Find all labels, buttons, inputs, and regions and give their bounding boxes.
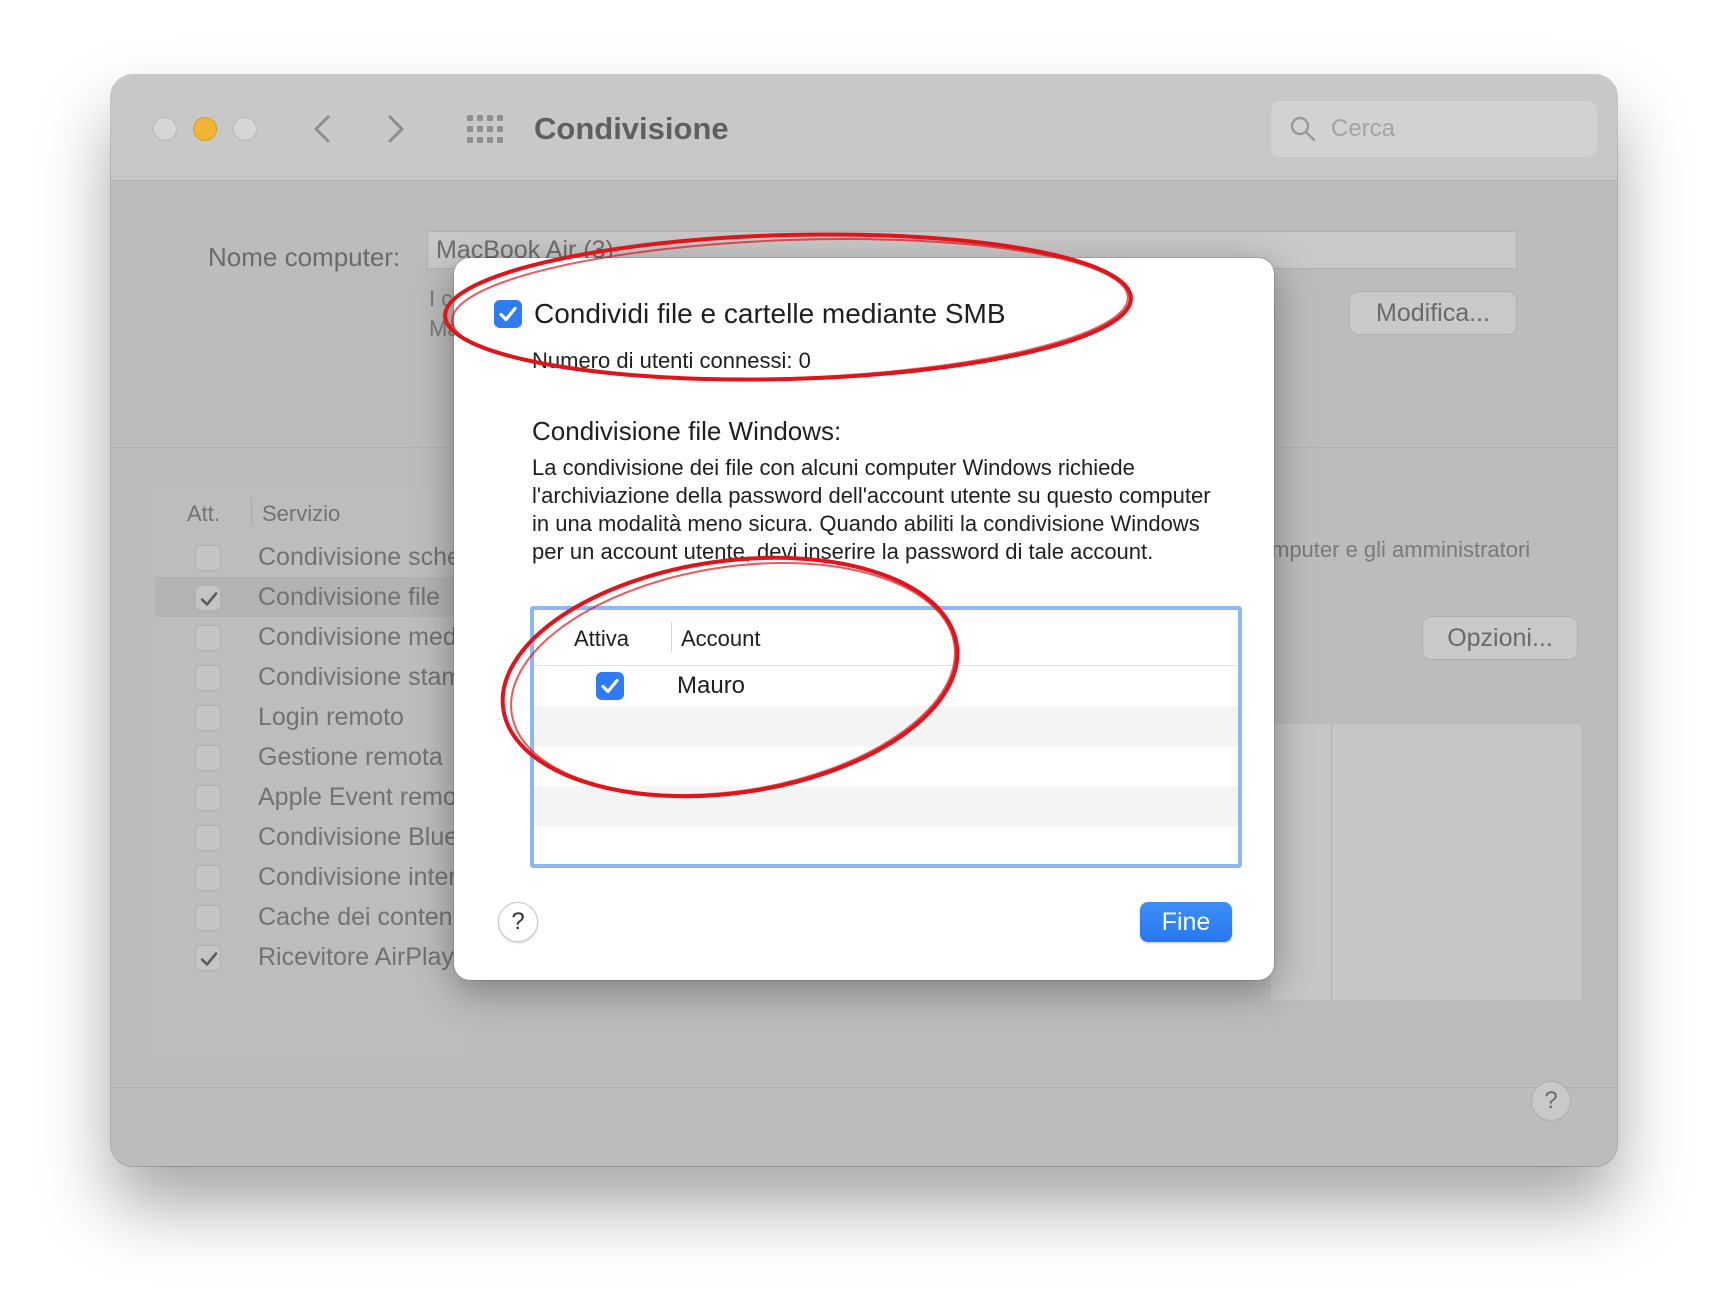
service-row[interactable]: Condivisione file <box>155 577 465 617</box>
column-separator <box>671 622 672 652</box>
search-icon <box>1290 116 1316 142</box>
table-row-empty <box>534 826 1238 864</box>
help-button[interactable]: ? <box>498 902 538 942</box>
service-checkbox[interactable] <box>195 625 221 651</box>
service-label: Condivisione schermo <box>258 543 458 571</box>
accounts-table-header: Attiva Account <box>534 610 1238 666</box>
service-label: Ricevitore AirPlay <box>258 943 454 971</box>
service-label: Condivisione stampante <box>258 663 458 691</box>
service-row[interactable]: Condivisione stampante <box>155 657 465 697</box>
service-checkbox[interactable] <box>195 705 221 731</box>
checkmark-icon <box>601 678 619 694</box>
windows-sharing-heading: Condivisione file Windows: <box>532 416 842 446</box>
service-checkbox[interactable] <box>195 585 221 611</box>
computer-name-label: Nome computer: <box>208 242 401 272</box>
service-row[interactable]: Gestione remota <box>155 737 465 777</box>
header-separator <box>251 497 252 525</box>
users-permissions-list <box>1271 724 1581 1000</box>
search-field[interactable]: Cerca <box>1271 101 1597 157</box>
service-checkbox[interactable] <box>195 545 221 571</box>
grid-icon <box>467 115 503 143</box>
service-row[interactable]: Apple Event remoti <box>155 777 465 817</box>
account-active-checkbox[interactable] <box>596 672 624 700</box>
windows-sharing-description: La condivisione dei file con alcuni comp… <box>532 455 1211 564</box>
services-header: Att. Servizio <box>155 487 465 533</box>
service-row[interactable]: Condivisione internet <box>155 857 465 897</box>
service-checkbox[interactable] <box>195 865 221 891</box>
service-label: Condivisione file <box>258 583 441 611</box>
services-list: Att. Servizio Condivisione schermo Condiv… <box>155 487 465 1057</box>
service-checkbox[interactable] <box>195 745 221 771</box>
modify-button[interactable]: Modifica... <box>1349 291 1517 335</box>
service-checkbox[interactable] <box>195 665 221 691</box>
table-row-empty <box>534 706 1238 746</box>
table-row-empty <box>534 746 1238 786</box>
checkmark-icon <box>499 306 517 322</box>
service-label: Cache dei contenuti <box>258 903 458 931</box>
titlebar: Condivisione Cerca <box>111 75 1617 181</box>
close-button[interactable] <box>153 117 177 141</box>
service-label: Condivisione Bluetooth <box>258 823 458 851</box>
header-active: Att. <box>187 501 221 526</box>
service-row[interactable]: Cache dei contenuti <box>155 897 465 937</box>
minimize-button[interactable] <box>193 117 217 141</box>
checkmark-icon <box>200 592 218 606</box>
service-row[interactable]: Login remoto <box>155 697 465 737</box>
chevron-left-icon <box>314 115 330 143</box>
service-checkbox[interactable] <box>195 945 221 971</box>
back-button[interactable] <box>307 111 339 147</box>
chevron-right-icon <box>388 115 404 143</box>
service-label: Login remoto <box>258 703 404 731</box>
window-title: Condivisione <box>534 111 729 146</box>
checkmark-icon <box>200 952 218 966</box>
account-name: Mauro <box>677 672 746 699</box>
service-checkbox[interactable] <box>195 785 221 811</box>
table-row-empty <box>534 786 1238 826</box>
column-account[interactable]: Account <box>681 626 761 652</box>
zoom-button[interactable] <box>233 117 257 141</box>
smb-share-checkbox[interactable] <box>494 300 522 328</box>
options-button[interactable]: Opzioni... <box>1422 616 1578 660</box>
header-service: Servizio <box>262 501 341 526</box>
service-row[interactable]: Condivisione schermo <box>155 537 465 577</box>
divider <box>111 1087 1617 1088</box>
column-active[interactable]: Attiva <box>574 626 629 652</box>
forward-button[interactable] <box>379 111 411 147</box>
service-row[interactable]: Condivisione Bluetooth <box>155 817 465 857</box>
smb-options-sheet: Condividi file e cartelle mediante SMB N… <box>454 258 1274 980</box>
service-label: Condivisione internet <box>258 863 458 891</box>
smb-share-label[interactable]: Condividi file e cartelle mediante SMB <box>534 298 1006 330</box>
done-button[interactable]: Fine <box>1140 902 1232 942</box>
help-button[interactable]: ? <box>1531 1081 1571 1121</box>
search-placeholder: Cerca <box>1331 115 1396 142</box>
service-checkbox[interactable] <box>195 825 221 851</box>
connected-users-count: Numero di utenti connessi: 0 <box>532 348 811 373</box>
service-label: Apple Event remoti <box>258 783 458 811</box>
service-label: Condivisione media <box>258 623 458 651</box>
show-all-button[interactable] <box>465 113 505 145</box>
service-row[interactable]: Condivisione media <box>155 617 465 657</box>
service-checkbox[interactable] <box>195 905 221 931</box>
service-row[interactable]: Ricevitore AirPlay <box>155 937 465 977</box>
column-separator <box>1331 724 1332 1000</box>
access-description: mputer e gli amministratori <box>1271 537 1531 562</box>
service-label: Gestione remota <box>258 743 443 771</box>
accounts-table[interactable]: Attiva Account Mauro <box>530 606 1242 868</box>
table-row[interactable]: Mauro <box>534 666 1238 706</box>
